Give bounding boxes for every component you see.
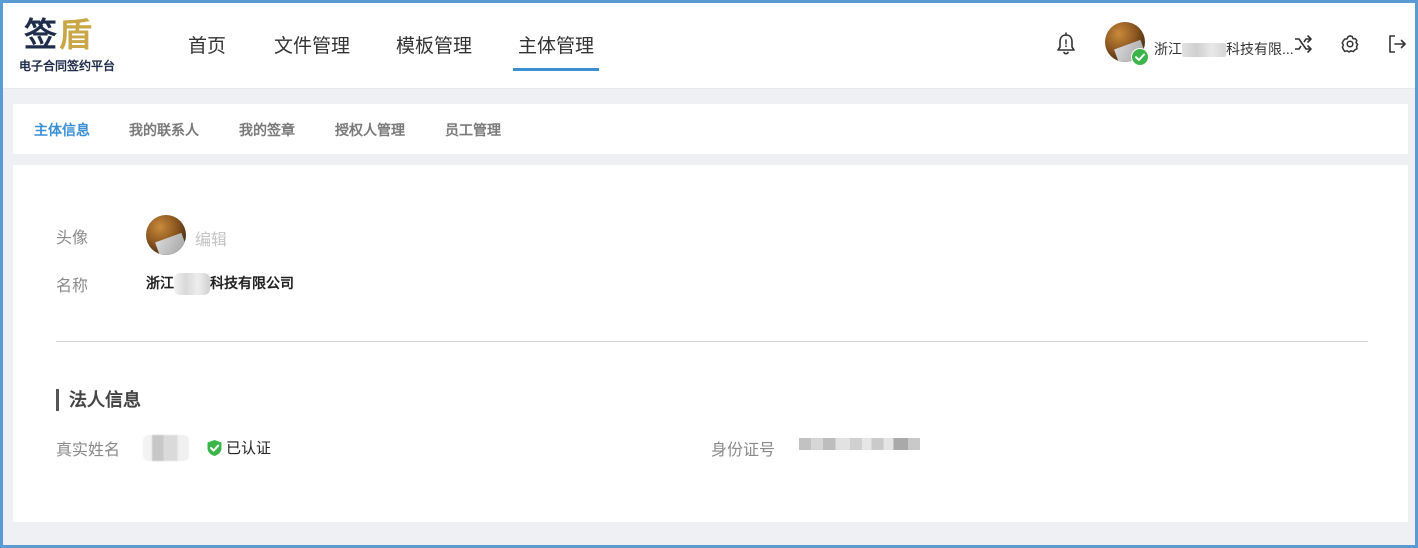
- real-name-label: 真实姓名: [56, 442, 121, 459]
- tab-entity-info[interactable]: 主体信息: [34, 104, 90, 154]
- entity-avatar: [146, 215, 186, 255]
- entity-full-name-prefix: 浙江: [146, 275, 174, 291]
- verified-status: 已认证: [206, 437, 271, 458]
- legal-person-section-title: 法人信息: [56, 389, 141, 411]
- redacted-block: [174, 273, 210, 296]
- verified-badge-icon: [1131, 48, 1149, 66]
- redacted-real-name: [143, 435, 189, 461]
- logout-icon[interactable]: [1384, 31, 1410, 57]
- name-label: 名称: [56, 278, 89, 295]
- current-entity-name[interactable]: 浙江 科技有限...: [1154, 39, 1294, 59]
- gear-icon[interactable]: [1337, 31, 1363, 57]
- switch-account-icon[interactable]: [1290, 31, 1316, 57]
- tab-my-contacts[interactable]: 我的联系人: [129, 104, 199, 154]
- sub-tab-bar: 主体信息 我的联系人 我的签章 授权人管理 员工管理: [13, 104, 1408, 154]
- shield-check-icon: [207, 439, 222, 456]
- verified-label: 已认证: [226, 440, 272, 457]
- tab-employee-management[interactable]: 员工管理: [445, 104, 501, 154]
- redacted-id-number: [799, 438, 920, 450]
- tab-my-seals[interactable]: 我的签章: [239, 104, 295, 154]
- section-divider: [56, 341, 1368, 342]
- tab-authorized-persons[interactable]: 授权人管理: [335, 104, 405, 154]
- entity-name-prefix: 浙江: [1154, 41, 1182, 57]
- avatar-label: 头像: [56, 230, 89, 247]
- redacted-block: [1182, 43, 1226, 58]
- entity-full-name-suffix: 科技有限公司: [210, 275, 294, 291]
- entity-info-panel: 头像 编辑 名称 浙江 科技有限公司 法人信息 真实姓名 已认证 身份证号: [13, 165, 1408, 522]
- top-header: 签盾 电子合同签约平台 首页 文件管理 模板管理 主体管理 浙江 科技有限...: [3, 3, 1415, 89]
- entity-full-name: 浙江 科技有限公司: [146, 273, 294, 296]
- entity-name-suffix: 科技有限...: [1226, 41, 1294, 57]
- app-window: 签盾 电子合同签约平台 首页 文件管理 模板管理 主体管理 浙江 科技有限...…: [0, 0, 1418, 548]
- edit-avatar-link[interactable]: 编辑: [195, 226, 227, 250]
- bell-icon[interactable]: [1053, 31, 1079, 57]
- header-actions: 浙江 科技有限...: [3, 3, 1415, 89]
- id-number-label: 身份证号: [711, 442, 776, 459]
